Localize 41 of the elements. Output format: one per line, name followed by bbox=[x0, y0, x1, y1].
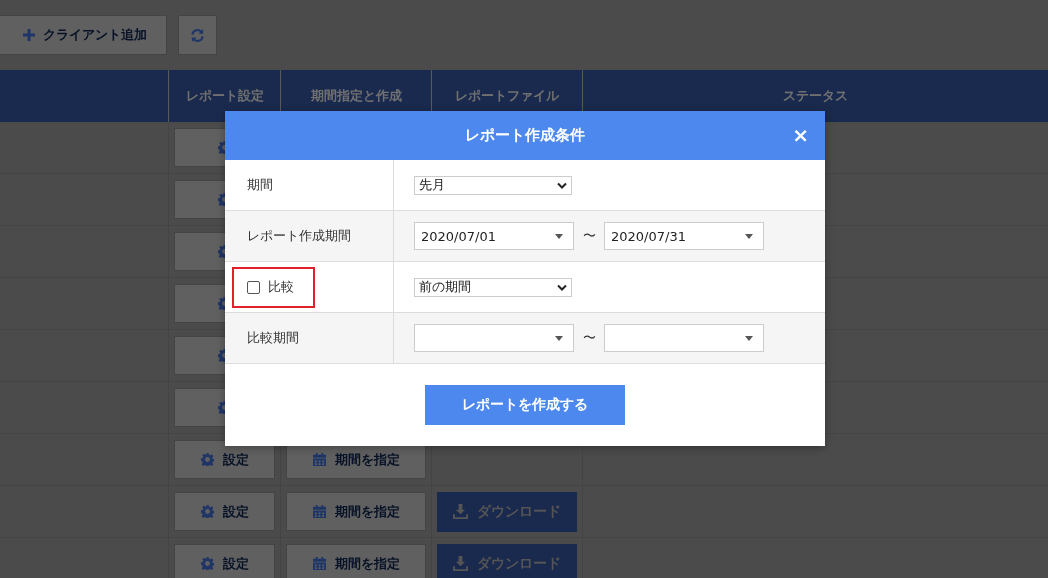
calendar-icon bbox=[312, 557, 326, 570]
caret-down-icon bbox=[745, 335, 753, 341]
chevron-down-icon bbox=[557, 283, 567, 291]
caret-down-icon bbox=[555, 335, 563, 341]
add-client-button[interactable]: クライアント追加 bbox=[0, 15, 167, 55]
close-button[interactable]: × bbox=[792, 124, 809, 146]
download-button[interactable]: ダウンロード bbox=[437, 491, 577, 532]
set-period-button[interactable]: 期間を指定 bbox=[286, 492, 426, 531]
dialog-title: レポート作成条件 bbox=[465, 126, 585, 145]
column-header: 期間指定と作成 bbox=[310, 87, 402, 105]
select-field[interactable]: 前の期間 bbox=[414, 277, 572, 297]
date-field[interactable] bbox=[414, 324, 574, 352]
range-separator: 〜 bbox=[581, 329, 597, 347]
column-header: ステータス bbox=[783, 87, 848, 105]
column-header: レポート設定 bbox=[185, 87, 264, 105]
chevron-down-icon bbox=[557, 181, 567, 189]
caret-down-icon bbox=[555, 233, 563, 239]
calendar-icon bbox=[312, 453, 326, 466]
settings-button[interactable]: 設定 bbox=[174, 544, 275, 578]
set-period-button[interactable]: 期間を指定 bbox=[286, 544, 426, 578]
download-icon bbox=[453, 556, 468, 571]
calendar-icon bbox=[312, 505, 326, 518]
refresh-icon bbox=[190, 27, 205, 43]
range-separator: 〜 bbox=[581, 227, 597, 245]
download-button[interactable]: ダウンロード bbox=[437, 543, 577, 578]
download-icon bbox=[453, 504, 468, 519]
create-report-button[interactable]: レポートを作成する bbox=[425, 385, 625, 425]
column-header: レポートファイル bbox=[455, 87, 559, 105]
compare-checkbox[interactable] bbox=[247, 280, 260, 294]
field-label: レポート作成期間 bbox=[247, 227, 351, 245]
caret-down-icon bbox=[745, 233, 753, 239]
date-field[interactable] bbox=[604, 324, 764, 352]
date-field[interactable]: 2020/07/31 bbox=[604, 222, 764, 250]
settings-button[interactable]: 設定 bbox=[174, 440, 275, 479]
select-field[interactable]: 先月 bbox=[414, 175, 572, 195]
date-field[interactable]: 2020/07/01 bbox=[414, 222, 574, 250]
field-label: 比較期間 bbox=[247, 329, 299, 347]
field-label: 比較 bbox=[268, 278, 294, 296]
field-label: 期間 bbox=[247, 176, 273, 194]
plus-icon bbox=[23, 29, 35, 41]
settings-button[interactable]: 設定 bbox=[174, 492, 275, 531]
